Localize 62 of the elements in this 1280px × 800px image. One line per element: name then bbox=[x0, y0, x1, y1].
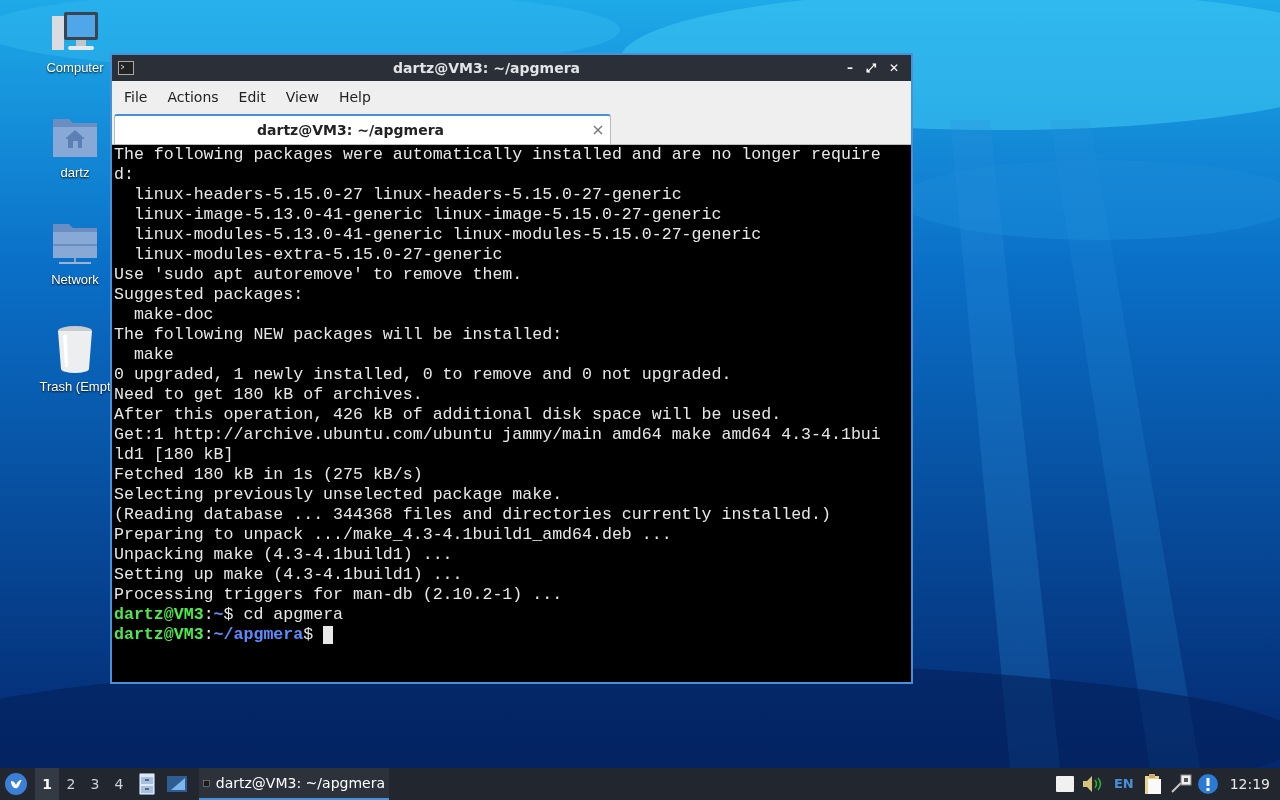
terminal-line: linux-image-5.13.0-41-generic linux-image-5.15.0-27-generic bbox=[132, 205, 722, 225]
menu-item[interactable]: File bbox=[114, 86, 158, 108]
menu-item[interactable]: Edit bbox=[228, 86, 276, 108]
terminal-text: $ cd apgmera bbox=[223, 605, 344, 625]
terminal-line: Use 'sudo apt autoremove' to remove them. bbox=[114, 265, 523, 285]
minimize-button[interactable]: – bbox=[839, 59, 861, 77]
workspace-button[interactable]: 4 bbox=[107, 768, 131, 800]
taskbar-button[interactable]: dartz@VM3: ~/apgmera bbox=[199, 768, 389, 800]
clock[interactable]: 12:19 bbox=[1229, 773, 1270, 795]
terminal-line: Processing triggers for man-db (2.10.2-1) ... bbox=[114, 585, 563, 605]
terminal-line: The following packages were automatically installed and are no longer require bbox=[114, 145, 881, 165]
close-button[interactable]: ✕ bbox=[883, 59, 905, 77]
terminal-line: (Reading database ... 344368 files and directories currently installed.) bbox=[114, 505, 831, 525]
terminal-text: : bbox=[203, 605, 214, 625]
terminal-line: make-doc bbox=[132, 305, 214, 325]
terminal-text: : bbox=[203, 625, 214, 645]
terminal-line: Fetched 180 kB in 1s (275 kB/s) bbox=[114, 465, 423, 485]
terminal-line: linux-headers-5.15.0-27 linux-headers-5.15.0-27-generic bbox=[132, 185, 682, 205]
clipboard-icon[interactable] bbox=[1143, 773, 1162, 795]
text-cursor bbox=[323, 626, 334, 644]
terminal-line: Get:1 http://archive.ubuntu.com/ubuntu jammy/main amd64 make amd64 4.3-4.1bui bbox=[114, 425, 881, 445]
menu-item[interactable]: View bbox=[275, 86, 329, 108]
workspace-button[interactable]: 1 bbox=[35, 768, 59, 800]
workspace-button[interactable]: 2 bbox=[59, 768, 83, 800]
start-menu-icon[interactable] bbox=[5, 773, 27, 795]
terminal-line: ld1 [180 kB] bbox=[114, 445, 234, 465]
terminal-line: After this operation, 426 kB of additional disk space will be used. bbox=[114, 405, 782, 425]
terminal-line: Preparing to unpack .../make_4.3-4.1build1_amd64.deb ... bbox=[114, 525, 672, 545]
terminal-line: Selecting previously unselected package make. bbox=[114, 485, 563, 505]
terminal-text: $ bbox=[303, 625, 315, 645]
terminal-line: linux-modules-extra-5.15.0-27-generic bbox=[132, 245, 503, 265]
prompt-user: dartz@VM3 bbox=[114, 605, 204, 625]
drive-icon[interactable] bbox=[1055, 776, 1074, 792]
tab[interactable]: dartz@VM3: ~/apgmera × bbox=[114, 114, 611, 144]
window-title: dartz@VM3: ~/apgmera bbox=[392, 58, 581, 78]
terminal-line: Suggested packages: bbox=[114, 285, 304, 305]
icon-label[interactable]: Trash (Empt bbox=[39, 377, 111, 397]
keyboard-layout-indicator[interactable]: EN bbox=[1113, 774, 1134, 794]
maximize-button[interactable]: ⤢ bbox=[861, 59, 883, 77]
workspace-button[interactable]: 3 bbox=[83, 768, 107, 800]
terminal-icon[interactable] bbox=[118, 61, 134, 75]
volume-icon[interactable] bbox=[1081, 775, 1104, 793]
menu-item[interactable]: Actions bbox=[157, 86, 229, 108]
terminal-line: linux-modules-5.13.0-41-generic linux-modules-5.15.0-27-generic bbox=[132, 225, 762, 245]
terminal-line: Need to get 180 kB of archives. bbox=[114, 385, 423, 405]
notification-icon[interactable] bbox=[1197, 774, 1218, 794]
menu-item[interactable]: Help bbox=[328, 86, 381, 108]
prompt-path: ~ bbox=[213, 605, 224, 625]
terminal-line: Unpacking make (4.3-4.1build1) ... bbox=[114, 545, 453, 565]
network-cable-icon[interactable] bbox=[1169, 774, 1192, 794]
prompt-user: dartz@VM3 bbox=[114, 625, 204, 645]
desktop-icon[interactable] bbox=[167, 776, 187, 792]
icon-label[interactable]: Network bbox=[51, 270, 99, 290]
prompt-path: ~/apgmera bbox=[213, 625, 304, 645]
terminal-line: d: bbox=[114, 165, 134, 185]
file-cabinet-icon[interactable] bbox=[139, 773, 155, 795]
terminal-line: Setting up make (4.3-4.1build1) ... bbox=[114, 565, 463, 585]
icon-label[interactable]: dartz bbox=[60, 163, 90, 183]
terminal-line: make bbox=[132, 345, 174, 365]
terminal-line: The following NEW packages will be installed: bbox=[114, 325, 563, 345]
close-tab-button[interactable]: × bbox=[586, 118, 610, 142]
terminal-line: 0 upgraded, 1 newly installed, 0 to remove and 0 not upgraded. bbox=[114, 365, 732, 385]
